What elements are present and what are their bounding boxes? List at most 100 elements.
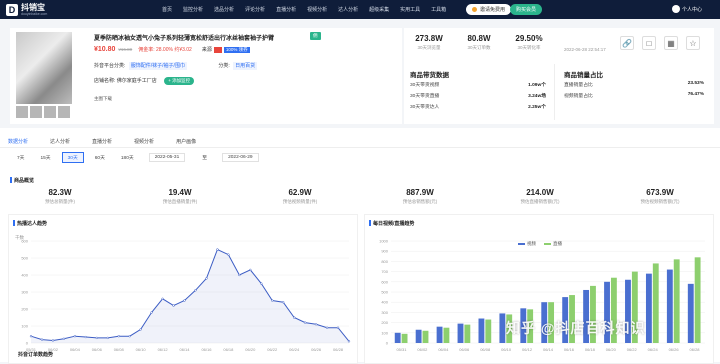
x-tick-label: 06/06 (459, 347, 470, 352)
app-logo[interactable]: D 抖销宝 douyinbaike.com (6, 3, 66, 16)
category2-link[interactable]: 日用百货 (233, 62, 258, 70)
y-tick-label: 300 (381, 310, 388, 315)
nav-item-tools[interactable]: 实用工具 (400, 6, 420, 13)
data-point (293, 316, 296, 319)
star-icon[interactable]: ☆ (686, 36, 700, 50)
daily-trend-chart: 0 100 200 300 400 500 600 700 800 900 1000 05/31 06/… (379, 239, 705, 352)
invite-button-label: 邀请免费用 (480, 7, 506, 13)
product-thumbnail[interactable] (30, 106, 42, 118)
main-nav: 首页 监控分析 选品分析 评论分析 直播分析 视频分析 达人分析 超级采集 实用… (162, 6, 457, 13)
product-main-image[interactable] (16, 32, 72, 104)
row-label: 30天带货达人 (410, 105, 440, 110)
nav-item-collect[interactable]: 超级采集 (369, 6, 389, 13)
category-label: 抖音平台分类: (94, 63, 126, 69)
link-icon[interactable]: 🔗 (620, 36, 634, 50)
metric-video-sales: 62.9W 预估视频销量(件) (240, 188, 360, 205)
data-point (314, 323, 318, 326)
bar-video (394, 332, 401, 343)
date-range-picker: 7天 15天 30天 60天 180天 2022-05-31 至 2022-06… (12, 152, 265, 163)
start-date-input[interactable]: 2022-05-31 (148, 153, 186, 162)
product-thumbnail[interactable] (58, 106, 70, 118)
date-separator: 至 (202, 156, 208, 161)
x-tick-label: 06/04 (70, 347, 81, 352)
x-tick-label: 06/20 (245, 347, 256, 352)
metric-value: 62.9W (288, 188, 312, 197)
data-point (183, 299, 186, 302)
stat-value: 273.8W (415, 34, 443, 43)
y-tick-label: 400 (21, 273, 28, 278)
sales-ratio-row: 视频销量占比 76.47% (564, 92, 704, 99)
sales-ratio-row: 直播销量占比 23.53% (564, 81, 704, 88)
product-data-row: 30天带货达人 2.25w个 (410, 103, 546, 110)
x-tick-label: 06/26 (311, 347, 322, 352)
product-thumbnail[interactable] (44, 106, 56, 118)
data-point (51, 339, 55, 342)
range-60d[interactable]: 60天 (90, 153, 110, 162)
product-sales-data-title: 商品带货数据 (410, 72, 449, 79)
divider (554, 64, 555, 120)
qrcode-icon[interactable]: ▦ (664, 36, 678, 50)
y-tick-label: 500 (21, 256, 28, 261)
metric-label: 预估直播销量(件) (162, 199, 198, 204)
x-tick-label: 06/04 (438, 347, 449, 352)
bar-live (485, 319, 492, 343)
overview-title: 商品概览 (9, 177, 35, 184)
nav-item-home[interactable]: 首页 (162, 6, 172, 13)
row-value: 3.24w场 (528, 94, 546, 99)
user-menu[interactable]: 个人中心 (672, 5, 702, 13)
logo-mark-icon: D (6, 3, 18, 16)
range-15d[interactable]: 15天 (35, 153, 55, 162)
data-point (106, 336, 109, 340)
nav-item-toolbox[interactable]: 工具箱 (431, 6, 446, 13)
nav-item-comment[interactable]: 评论分析 (245, 6, 265, 13)
metric-value: 214.0W (526, 188, 554, 197)
y-tick-label: 100 (381, 330, 388, 335)
data-point (303, 321, 307, 324)
product-title[interactable]: 夏季防晒冰袖女透气小兔子系列轻薄宽松舒适出行冰丝袖套袖子护臂 (94, 33, 274, 42)
x-tick-label: 06/14 (180, 347, 191, 352)
bar-video (478, 318, 485, 343)
legend-item[interactable]: 直播 (544, 241, 562, 247)
series-area (31, 249, 349, 343)
data-point (216, 248, 219, 251)
sales-ratio-title: 商品销量占比 (564, 72, 603, 79)
range-30d[interactable]: 30天 (61, 152, 84, 163)
nav-item-monitor[interactable]: 监控分析 (183, 6, 203, 13)
stat-label: 30天浏览量 (417, 45, 441, 50)
product-thumbnail-strip (16, 106, 72, 118)
shop-name[interactable]: 佛尔家庭手工厂店 (117, 78, 157, 84)
source-label: 来源 (201, 47, 212, 53)
buy-vip-button[interactable]: 购买会员 (510, 4, 543, 15)
watermark: 知乎 @抖店百科知识 (506, 320, 646, 336)
y-tick-label: 100 (21, 324, 28, 329)
tab-divider (0, 147, 720, 148)
legend-swatch-live (544, 243, 551, 245)
image-download-link[interactable]: 主图下载 (94, 96, 112, 102)
stat-conversion: 29.50% 30天转化率 (504, 34, 554, 51)
invite-button[interactable]: 邀请免费用 (466, 4, 512, 15)
nav-item-talent[interactable]: 达人分析 (338, 6, 358, 13)
order-trend-title: 抖音订单数趋势 (18, 352, 54, 358)
x-tick-label: 06/24 (648, 347, 659, 352)
nav-item-live[interactable]: 直播分析 (276, 6, 296, 13)
category-link[interactable]: 服饰配件/袜子/袖子/围巾 (128, 62, 187, 70)
product-thumbnail[interactable] (16, 106, 28, 118)
bar-live (673, 259, 680, 343)
legend-swatch-video (518, 243, 525, 245)
range-7d[interactable]: 7天 (12, 153, 29, 162)
data-point (29, 335, 33, 338)
app-domain: douyinbaike.com (21, 11, 48, 16)
data-point (325, 326, 329, 329)
add-monitor-button[interactable]: + 添加监控 (164, 77, 195, 85)
y-tick-label: 800 (381, 259, 388, 264)
wechat-icon[interactable]: □ (642, 36, 656, 50)
nav-item-video[interactable]: 视频分析 (307, 6, 327, 13)
chart-legend: 视频 直播 (518, 241, 570, 247)
end-date-input[interactable]: 2022-06-29 (222, 153, 259, 162)
legend-item[interactable]: 视频 (518, 241, 536, 247)
legend-label: 直播 (553, 241, 562, 246)
row-label: 视频销量占比 (564, 94, 593, 99)
data-point (117, 335, 120, 338)
nav-item-product[interactable]: 选品分析 (214, 6, 234, 13)
range-180d[interactable]: 180天 (116, 153, 139, 162)
